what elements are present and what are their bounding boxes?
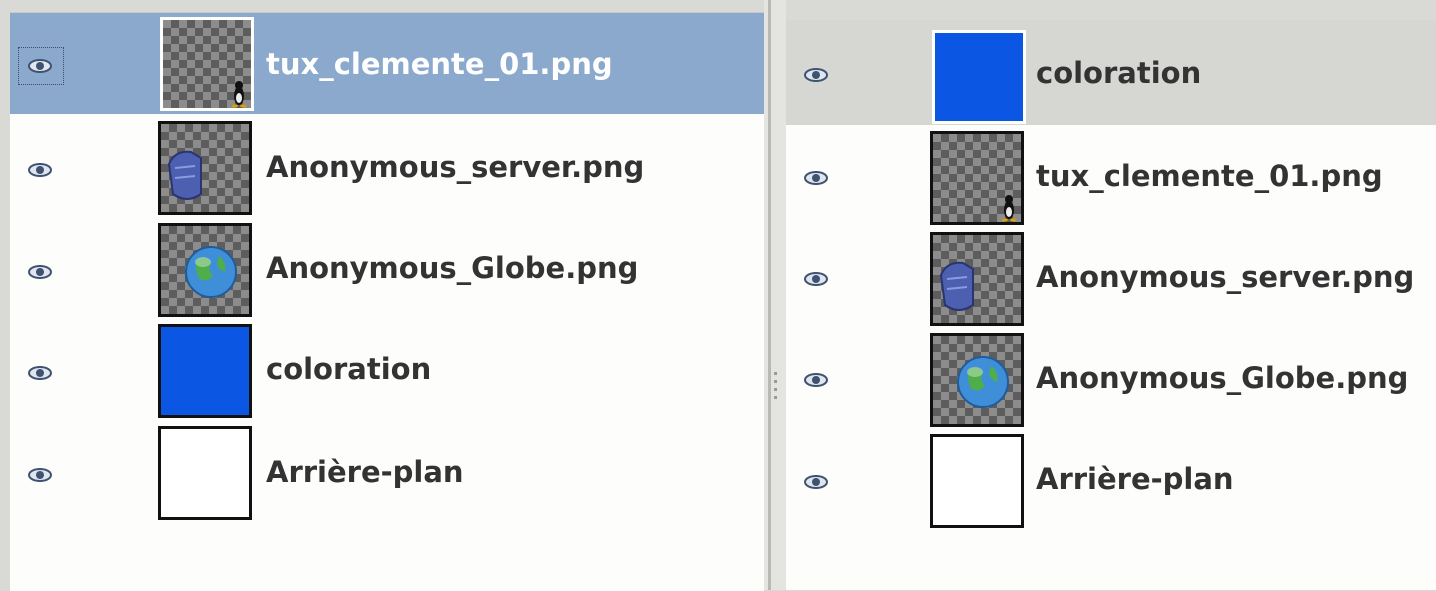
layer-name[interactable]: Anonymous_server.png <box>266 150 644 184</box>
layer-row-coloration[interactable]: coloration <box>10 316 764 418</box>
layers-panel-left: tux_clemente_01.png Anonymous_server.png… <box>10 12 764 591</box>
layer-name[interactable]: Anonymous_Globe.png <box>1036 361 1408 395</box>
layer-thumbnail-tux <box>160 17 254 111</box>
layer-name[interactable]: Anonymous_server.png <box>1036 260 1414 294</box>
layer-thumbnail-globe <box>158 223 252 317</box>
server-icon <box>167 150 202 200</box>
layer-thumbnail-globe <box>930 333 1024 427</box>
eye-icon[interactable] <box>28 366 52 380</box>
globe-icon <box>957 356 1009 408</box>
layer-thumbnail-background <box>158 426 252 520</box>
eye-icon[interactable] <box>28 265 52 279</box>
layer-name[interactable]: tux_clemente_01.png <box>266 47 613 81</box>
eye-icon[interactable] <box>28 59 52 73</box>
layer-row-background[interactable]: Arrière-plan <box>786 428 1436 529</box>
layer-name[interactable]: Arrière-plan <box>266 455 464 489</box>
layer-thumbnail-coloration <box>932 30 1026 124</box>
globe-icon <box>185 246 237 298</box>
layer-row-background[interactable]: Arrière-plan <box>10 417 764 520</box>
pane-divider[interactable] <box>764 0 786 590</box>
layer-thumbnail-coloration <box>158 324 252 418</box>
eye-icon[interactable] <box>804 171 828 185</box>
tux-icon <box>1002 195 1016 222</box>
layer-row-server[interactable]: Anonymous_server.png <box>786 226 1436 327</box>
layer-name[interactable]: Anonymous_Globe.png <box>266 251 638 285</box>
server-icon <box>939 261 974 311</box>
layer-row-tux[interactable]: tux_clemente_01.png <box>10 13 764 114</box>
eye-icon[interactable] <box>804 475 828 489</box>
layers-panel-right: coloration tux_clemente_01.png Anonymous… <box>786 20 1436 590</box>
layer-row-server[interactable]: Anonymous_server.png <box>10 114 764 215</box>
layer-name[interactable]: Arrière-plan <box>1036 462 1234 496</box>
eye-icon[interactable] <box>28 163 52 177</box>
layer-row-tux[interactable]: tux_clemente_01.png <box>786 125 1436 226</box>
layer-name[interactable]: coloration <box>266 352 431 386</box>
divider-grip[interactable] <box>774 372 777 412</box>
layer-thumbnail-server <box>930 232 1024 326</box>
layer-name[interactable]: tux_clemente_01.png <box>1036 159 1383 193</box>
layer-row-globe[interactable]: Anonymous_Globe.png <box>10 215 764 317</box>
eye-icon[interactable] <box>28 468 52 482</box>
layer-row-globe[interactable]: Anonymous_Globe.png <box>786 327 1436 428</box>
eye-icon[interactable] <box>804 272 828 286</box>
eye-icon[interactable] <box>804 373 828 387</box>
tux-icon <box>232 81 246 108</box>
layer-thumbnail-background <box>930 434 1024 528</box>
layer-row-coloration[interactable]: coloration <box>786 20 1436 125</box>
layer-thumbnail-server <box>158 121 252 215</box>
layer-name[interactable]: coloration <box>1036 56 1201 90</box>
eye-icon[interactable] <box>804 68 828 82</box>
layer-thumbnail-tux <box>930 131 1024 225</box>
